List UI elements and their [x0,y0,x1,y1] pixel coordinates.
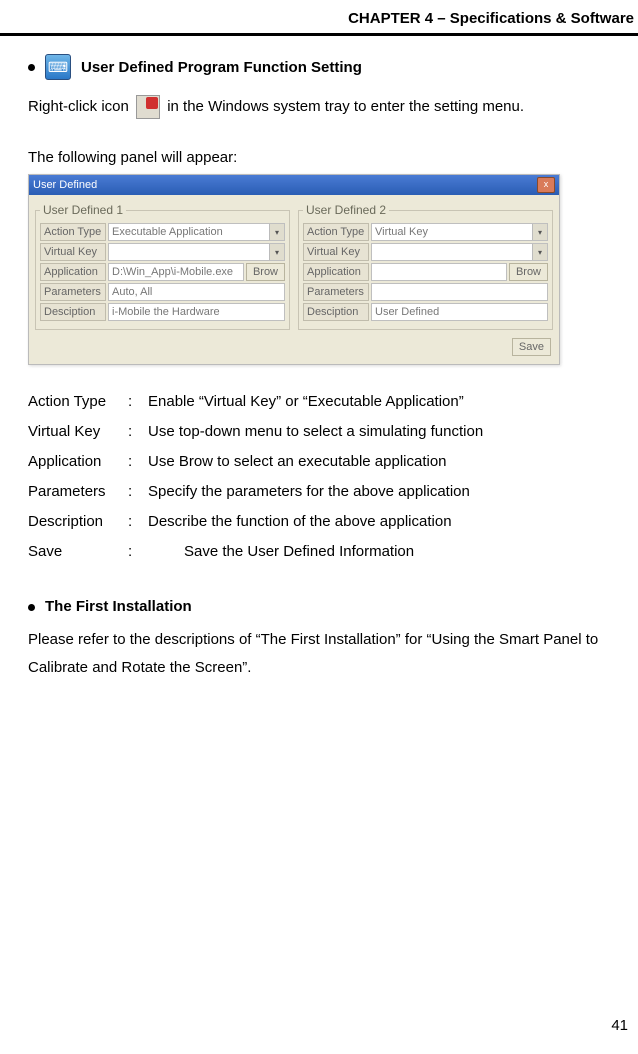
g2-parameters-label: Parameters [303,283,369,301]
def-term: Parameters [28,477,128,507]
def-row: Application : Use Brow to select an exec… [28,447,610,477]
def-colon: : [128,507,148,537]
group2-legend: User Defined 2 [303,203,389,217]
bullet-icon [28,64,35,71]
def-desc: Enable “Virtual Key” or “Executable Appl… [148,387,464,417]
panel-body: User Defined 1 Action Type Executable Ap… [29,195,559,334]
section-title-row: ⌨ User Defined Program Function Setting [28,54,610,80]
program-icon: ⌨ [45,54,71,80]
user-defined-panel: User Defined x User Defined 1 Action Typ… [28,174,560,365]
g2-virtual-key-label: Virtual Key [303,243,369,261]
section-title: User Defined Program Function Setting [81,59,362,76]
def-colon: : [128,417,148,447]
g2-application-field[interactable] [371,263,507,281]
g1-description-field[interactable]: i-Mobile the Hardware [108,303,285,321]
g1-action-type-label: Action Type [40,223,106,241]
group1-legend: User Defined 1 [40,203,126,217]
def-term: Save [28,537,128,567]
g2-description-field[interactable]: User Defined [371,303,548,321]
g1-parameters-field[interactable]: Auto, All [108,283,285,301]
g1-brow-button[interactable]: Brow [246,263,285,281]
g2-action-type-select[interactable]: Virtual Key [371,223,548,241]
hotkey-tray-icon [136,95,160,119]
chapter-header: CHAPTER 4 – Specifications & Software [0,0,638,33]
g2-virtual-key-select[interactable] [371,243,548,261]
page-content: ⌨ User Defined Program Function Setting … [0,54,638,683]
def-term: Description [28,507,128,537]
g2-action-type-label: Action Type [303,223,369,241]
header-rule [0,33,638,36]
intro-text-b: in the Windows system tray to enter the … [167,98,524,115]
intro-paragraph: Right-click icon in the Windows system t… [28,95,610,119]
panel-footer: Save [29,334,559,364]
def-row: Virtual Key : Use top-down menu to selec… [28,417,610,447]
def-term: Action Type [28,387,128,417]
def-row: Action Type : Enable “Virtual Key” or “E… [28,387,610,417]
def-desc: Save the User Defined Information [184,537,414,567]
g1-virtual-key-label: Virtual Key [40,243,106,261]
def-desc: Describe the function of the above appli… [148,507,452,537]
intro-text-a: Right-click icon [28,98,133,115]
g1-parameters-label: Parameters [40,283,106,301]
close-icon[interactable]: x [537,177,555,193]
def-colon: : [128,447,148,477]
def-desc: Use top-down menu to select a simulating… [148,417,483,447]
definitions-list: Action Type : Enable “Virtual Key” or “E… [28,387,610,567]
def-row: Save : Save the User Defined Information [28,537,610,567]
save-button[interactable]: Save [512,338,551,356]
section2-title: The First Installation [45,593,192,622]
panel-titlebar: User Defined x [29,175,559,195]
def-desc: Use Brow to select an executable applica… [148,447,447,477]
section2-title-row: The First Installation [28,593,610,622]
def-colon: : [128,387,148,417]
def-row: Description : Describe the function of t… [28,507,610,537]
section2-body: Please refer to the descriptions of “The… [28,626,610,683]
def-row: Parameters : Specify the parameters for … [28,477,610,507]
g1-application-field[interactable]: D:\Win_App\i-Mobile.exe [108,263,244,281]
group-user-defined-2: User Defined 2 Action Type Virtual Key V… [298,203,553,330]
g1-application-label: Application [40,263,106,281]
g1-action-type-select[interactable]: Executable Application [108,223,285,241]
g2-brow-button[interactable]: Brow [509,263,548,281]
group-user-defined-1: User Defined 1 Action Type Executable Ap… [35,203,290,330]
def-colon: : [128,477,148,507]
g2-description-label: Desciption [303,303,369,321]
page-number: 41 [611,1017,628,1034]
g2-application-label: Application [303,263,369,281]
bullet-icon [28,604,35,611]
def-desc: Specify the parameters for the above app… [148,477,470,507]
def-term: Virtual Key [28,417,128,447]
section-first-installation: The First Installation Please refer to t… [28,593,610,683]
panel-caption: The following panel will appear: [28,149,610,166]
g1-description-label: Desciption [40,303,106,321]
g1-virtual-key-select[interactable] [108,243,285,261]
panel-title: User Defined [33,179,97,191]
g2-parameters-field[interactable] [371,283,548,301]
def-colon: : [128,537,184,567]
def-term: Application [28,447,128,477]
